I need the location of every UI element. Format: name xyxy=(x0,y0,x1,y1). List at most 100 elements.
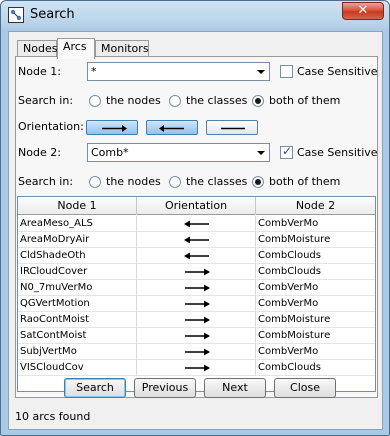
right-arrow-icon xyxy=(185,316,210,324)
cell-node1: AreaMoDryAir xyxy=(18,232,137,248)
radio-dot-icon xyxy=(255,179,261,185)
cell-node2: CombClouds xyxy=(256,248,375,264)
app-icon xyxy=(8,7,24,23)
cell-node1: IRCloudCover xyxy=(18,264,137,280)
node2-case-label: Case Sensitive xyxy=(297,146,378,159)
table-row[interactable]: AreaMoDryAir CombMoisture xyxy=(18,232,375,248)
table-row[interactable]: IRCloudCover CombClouds xyxy=(18,264,375,280)
results-table[interactable]: Node 1 Orientation Node 2 AreaMeso_ALS Co… xyxy=(17,196,376,392)
orientation-left-button[interactable] xyxy=(146,120,198,135)
right-arrow-icon xyxy=(185,332,210,340)
left-arrow-icon xyxy=(184,236,209,244)
right-arrow-icon xyxy=(185,348,210,356)
node1-case-label: Case Sensitive xyxy=(297,65,378,78)
table-header: Node 1 Orientation Node 2 xyxy=(18,197,375,215)
cell-node2: CombClouds xyxy=(256,264,375,280)
radio-1-nodes-label: the nodes xyxy=(106,94,161,107)
radio-dot-icon xyxy=(255,98,261,104)
column-header-node2[interactable]: Node 2 xyxy=(256,197,375,215)
cell-node2: CombMoisture xyxy=(256,328,375,344)
radio-1-both-label: both of them xyxy=(269,94,341,107)
cell-node1: VISCloudCov xyxy=(18,360,137,376)
right-arrow-icon xyxy=(185,300,210,308)
node1-label: Node 1: xyxy=(18,65,61,78)
radio-1-nodes[interactable] xyxy=(89,95,101,107)
node2-combo[interactable]: Comb* xyxy=(87,143,270,162)
close-window-button[interactable]: ✕ xyxy=(342,2,384,20)
search-in-2-label: Search in: xyxy=(18,175,74,188)
dialog-body: Nodes Arcs Monitors Node 1: * Case Sensi… xyxy=(8,31,383,430)
cell-orientation xyxy=(137,312,256,328)
radio-2-classes[interactable] xyxy=(169,176,181,188)
cell-node1: RaoContMoist xyxy=(18,312,137,328)
radio-2-nodes-label: the nodes xyxy=(106,175,161,188)
cell-node2: CombVerMo xyxy=(256,344,375,360)
cell-node1: N0_7muVerMo xyxy=(18,280,137,296)
cell-node1: SatContMoist xyxy=(18,328,137,344)
radio-2-classes-label: the classes xyxy=(186,175,248,188)
radio-2-nodes[interactable] xyxy=(89,176,101,188)
cell-node1: AreaMeso_ALS xyxy=(18,216,137,232)
radio-2-both-label: both of them xyxy=(269,175,341,188)
search-in-1-label: Search in: xyxy=(18,94,74,107)
cell-node1: SubjVertMo xyxy=(18,344,137,360)
table-row[interactable]: AreaMeso_ALS CombVerMo xyxy=(18,216,375,232)
checkmark-icon: ✓ xyxy=(282,144,293,158)
window-title: Search xyxy=(30,7,75,22)
cell-node1: QGVertMotion xyxy=(18,296,137,312)
cell-node1: CldShadeOth xyxy=(18,248,137,264)
chevron-down-icon xyxy=(257,70,265,74)
status-text: 10 arcs found xyxy=(15,410,91,423)
table-row[interactable]: CldShadeOth CombClouds xyxy=(18,248,375,264)
cell-node2: CombMoisture xyxy=(256,232,375,248)
node2-case-checkbox[interactable]: ✓ xyxy=(280,144,293,159)
right-arrow-icon xyxy=(102,125,127,132)
cell-orientation xyxy=(137,296,256,312)
search-window: Search ✕ Nodes Arcs Monitors Node 1: * C… xyxy=(0,0,390,436)
cell-orientation xyxy=(137,360,256,376)
node1-value: * xyxy=(91,65,97,78)
cell-orientation xyxy=(137,328,256,344)
table-row[interactable]: N0_7muVerMo CombVerMo xyxy=(18,280,375,296)
node1-case-checkbox[interactable] xyxy=(280,65,293,78)
right-arrow-icon xyxy=(185,284,210,292)
close-icon: ✕ xyxy=(357,3,369,18)
cell-node2: CombVerMo xyxy=(256,216,375,232)
table-row[interactable]: SubjVertMo CombVerMo xyxy=(18,344,375,360)
cell-orientation xyxy=(137,216,256,232)
orientation-line-button[interactable] xyxy=(206,120,258,135)
radio-2-both[interactable] xyxy=(252,176,264,188)
right-arrow-icon xyxy=(185,268,210,276)
column-header-node1[interactable]: Node 1 xyxy=(18,197,137,215)
line-icon xyxy=(221,127,245,130)
cell-orientation xyxy=(137,248,256,264)
table-row[interactable]: VISCloudCov CombClouds xyxy=(18,360,375,376)
left-arrow-icon xyxy=(184,220,209,228)
cell-node2: CombMoisture xyxy=(256,312,375,328)
table-row[interactable]: RaoContMoist CombMoisture xyxy=(18,312,375,328)
cell-orientation xyxy=(137,264,256,280)
left-arrow-icon xyxy=(159,125,184,132)
tab-arcs[interactable]: Arcs xyxy=(57,38,95,59)
cell-node2: CombVerMo xyxy=(256,280,375,296)
table-row[interactable]: SatContMoist CombMoisture xyxy=(18,328,375,344)
title-bar[interactable]: Search ✕ xyxy=(1,1,389,29)
left-arrow-icon xyxy=(184,252,209,260)
radio-1-classes-label: the classes xyxy=(186,94,248,107)
right-arrow-icon xyxy=(185,364,210,372)
close-button[interactable]: Close xyxy=(274,378,336,398)
orientation-right-button[interactable] xyxy=(86,120,138,135)
previous-button[interactable]: Previous xyxy=(134,378,196,398)
column-header-orientation[interactable]: Orientation xyxy=(137,197,256,215)
arcs-panel: Node 1: * Case Sensitive Search in: the … xyxy=(15,56,378,398)
node1-combo[interactable]: * xyxy=(87,62,270,81)
radio-1-classes[interactable] xyxy=(169,95,181,107)
cell-orientation xyxy=(137,344,256,360)
cell-node2: CombVerMo xyxy=(256,296,375,312)
table-row[interactable]: QGVertMotion CombVerMo xyxy=(18,296,375,312)
search-button[interactable]: Search xyxy=(64,378,126,398)
radio-1-both[interactable] xyxy=(252,95,264,107)
cell-orientation xyxy=(137,232,256,248)
node2-value: Comb* xyxy=(91,146,129,159)
next-button[interactable]: Next xyxy=(204,378,266,398)
